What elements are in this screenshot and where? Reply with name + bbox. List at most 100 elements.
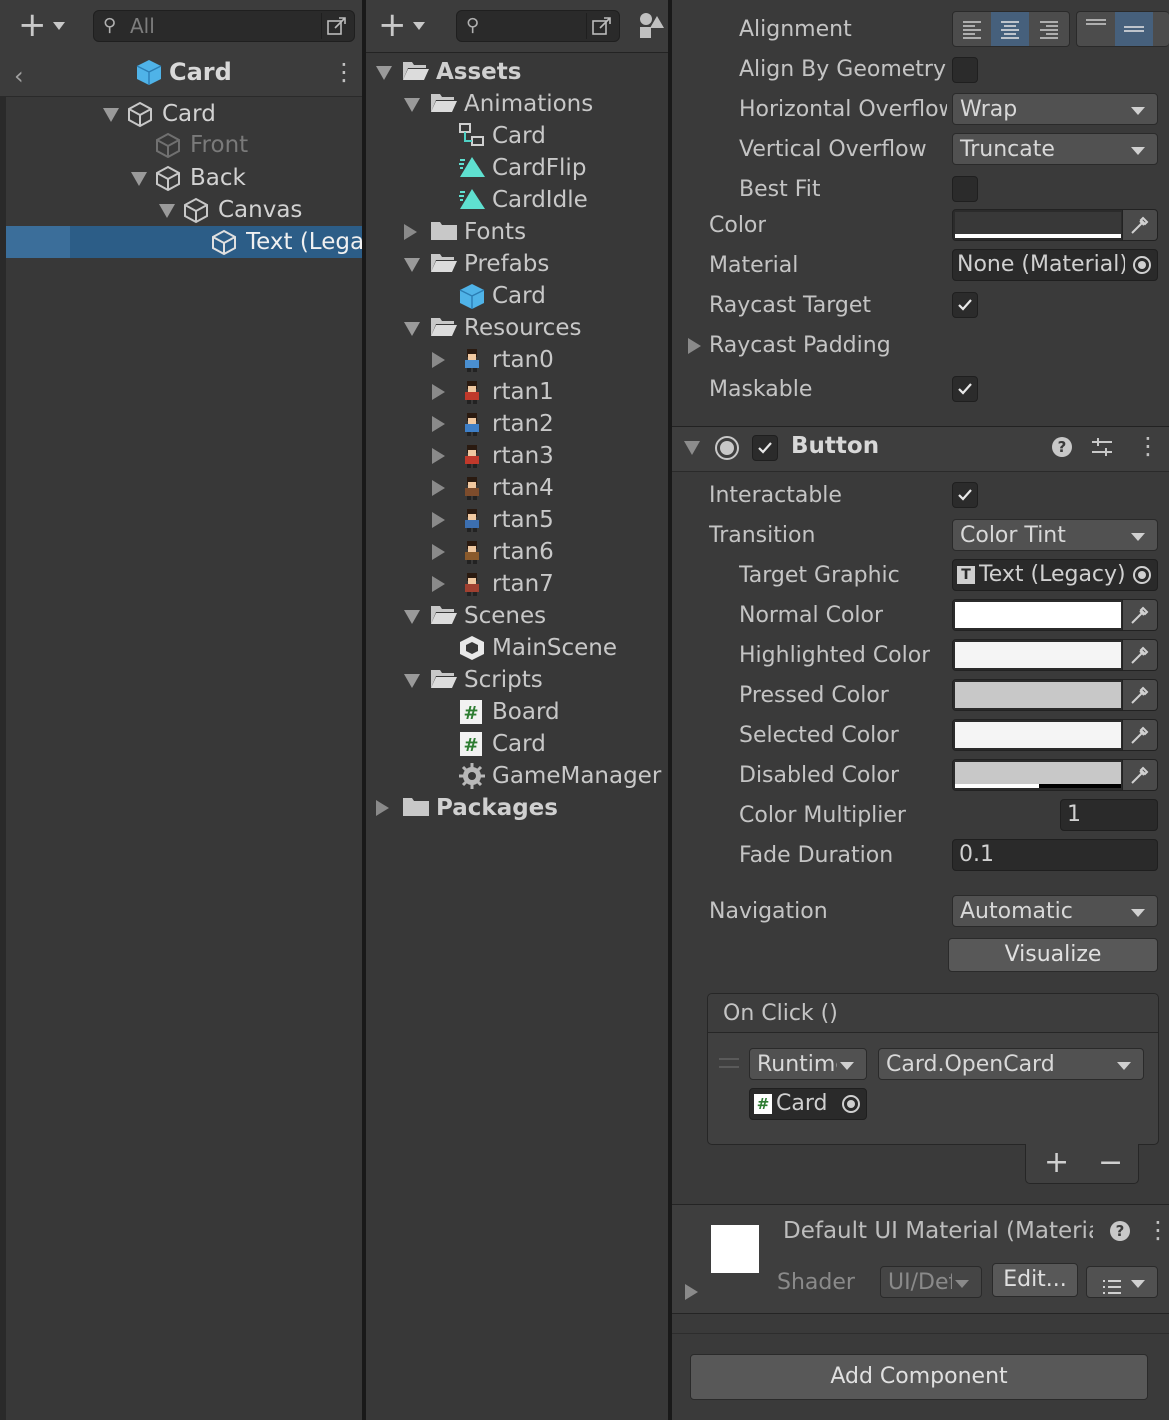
target-graphic-field[interactable]: T Text (Legacy) xyxy=(952,559,1158,591)
project-item[interactable]: rtan1 xyxy=(492,376,554,408)
project-item[interactable]: rtan4 xyxy=(492,472,554,504)
project-item[interactable]: CardFlip xyxy=(492,152,586,184)
more-options-icon[interactable]: ⋮ xyxy=(1136,434,1160,458)
project-search-input[interactable]: ⚲ xyxy=(456,10,620,42)
hierarchy-item-back[interactable]: Back xyxy=(190,162,246,194)
text-color-field[interactable] xyxy=(952,209,1158,241)
project-item[interactable]: Animations xyxy=(464,88,593,120)
button-enabled-toggle[interactable] xyxy=(752,435,778,461)
selected-color-field[interactable] xyxy=(952,719,1158,751)
project-item[interactable]: CardIdle xyxy=(492,184,588,216)
function-dropdown[interactable]: Card.OpenCard xyxy=(878,1048,1144,1080)
best-fit-toggle[interactable] xyxy=(952,176,978,202)
normal-color-field[interactable] xyxy=(952,599,1158,631)
remove-event-button[interactable]: − xyxy=(1098,1146,1123,1180)
presets-icon[interactable] xyxy=(1090,436,1114,462)
hierarchy-item-card[interactable]: Card xyxy=(162,98,216,130)
search-filter-icon[interactable] xyxy=(321,13,352,39)
align-middle-icon[interactable] xyxy=(1115,12,1153,46)
help-icon[interactable]: ? xyxy=(1110,1221,1130,1241)
vertical-overflow-dropdown[interactable]: Truncate xyxy=(952,133,1158,165)
project-item[interactable]: rtan3 xyxy=(492,440,554,472)
expand-arrow-icon[interactable] xyxy=(103,108,119,122)
more-options-icon[interactable]: ⋮ xyxy=(332,60,356,84)
eyedropper-icon[interactable] xyxy=(1122,720,1157,750)
expand-arrow-icon[interactable] xyxy=(404,610,420,624)
eyedropper-icon[interactable] xyxy=(1122,640,1157,670)
expand-arrow-icon[interactable] xyxy=(159,204,175,218)
navigation-dropdown[interactable]: Automatic xyxy=(952,895,1158,927)
hierarchy-item-front[interactable]: Front xyxy=(190,129,248,161)
add-event-button[interactable]: + xyxy=(1044,1146,1069,1180)
project-item[interactable]: Assets xyxy=(436,56,521,88)
expand-arrow-icon[interactable] xyxy=(404,258,420,272)
project-item[interactable]: Resources xyxy=(464,312,581,344)
expand-arrow-icon[interactable] xyxy=(688,338,701,354)
project-item[interactable]: rtan6 xyxy=(492,536,554,568)
raycast-padding-label[interactable]: Raycast Padding xyxy=(709,331,891,361)
project-item[interactable]: rtan2 xyxy=(492,408,554,440)
object-picker-icon[interactable] xyxy=(842,1095,860,1113)
project-item[interactable]: Fonts xyxy=(464,216,526,248)
help-icon[interactable]: ? xyxy=(1052,437,1072,457)
material-field[interactable]: None (Material) xyxy=(952,249,1158,281)
object-picker-icon[interactable] xyxy=(1133,256,1151,274)
add-component-button[interactable]: Add Component xyxy=(690,1354,1148,1400)
expand-arrow-icon[interactable] xyxy=(404,674,420,688)
expand-arrow-icon[interactable] xyxy=(432,384,445,400)
horizontal-alignment-group[interactable] xyxy=(952,11,1070,47)
transition-dropdown[interactable]: Color Tint xyxy=(952,519,1158,551)
edit-shader-button[interactable]: Edit... xyxy=(992,1263,1078,1297)
expand-arrow-icon[interactable] xyxy=(432,544,445,560)
eyedropper-icon[interactable] xyxy=(1122,210,1157,240)
collapse-arrow-icon[interactable] xyxy=(684,441,700,455)
target-object-field[interactable]: # Card xyxy=(749,1088,867,1120)
expand-arrow-icon[interactable] xyxy=(432,480,445,496)
color-multiplier-input[interactable]: 1 xyxy=(1060,799,1158,831)
drag-handle-icon[interactable] xyxy=(719,1058,739,1068)
expand-arrow-icon[interactable] xyxy=(131,172,147,186)
project-item[interactable]: Scripts xyxy=(464,664,543,696)
project-item[interactable]: Card xyxy=(492,728,546,760)
expand-arrow-icon[interactable] xyxy=(432,512,445,528)
project-item[interactable]: Board xyxy=(492,696,560,728)
project-item[interactable]: rtan0 xyxy=(492,344,554,376)
vertical-alignment-group[interactable] xyxy=(1076,11,1169,47)
project-item[interactable]: Scenes xyxy=(464,600,546,632)
visualize-button[interactable]: Visualize xyxy=(948,938,1158,972)
chevron-down-icon[interactable] xyxy=(53,22,65,30)
expand-arrow-icon[interactable] xyxy=(404,224,417,240)
back-chevron-icon[interactable]: ‹ xyxy=(14,62,24,90)
shader-dropdown[interactable]: UI/Default xyxy=(880,1266,982,1298)
disabled-color-field[interactable] xyxy=(952,759,1158,791)
eyedropper-icon[interactable] xyxy=(1122,600,1157,630)
create-asset-button[interactable]: + xyxy=(378,8,407,42)
project-item[interactable]: MainScene xyxy=(492,632,617,664)
align-center-icon[interactable] xyxy=(991,12,1029,46)
eyedropper-icon[interactable] xyxy=(1122,680,1157,710)
project-item[interactable]: Card xyxy=(492,120,546,152)
raycast-target-toggle[interactable] xyxy=(952,292,978,318)
create-button[interactable]: + xyxy=(18,8,47,42)
maskable-toggle[interactable] xyxy=(952,376,978,402)
align-left-icon[interactable] xyxy=(953,12,991,46)
filter-by-type-icon[interactable] xyxy=(638,12,664,44)
project-item[interactable]: Packages xyxy=(436,792,558,824)
project-item[interactable]: GameManager xyxy=(492,760,661,792)
fade-duration-input[interactable]: 0.1 xyxy=(952,839,1158,871)
object-picker-icon[interactable] xyxy=(1133,566,1151,584)
highlighted-color-field[interactable] xyxy=(952,639,1158,671)
horizontal-overflow-dropdown[interactable]: Wrap xyxy=(952,93,1158,125)
expand-arrow-icon[interactable] xyxy=(404,322,420,336)
pressed-color-field[interactable] xyxy=(952,679,1158,711)
align-by-geometry-toggle[interactable] xyxy=(952,57,978,83)
shader-options-dropdown[interactable] xyxy=(1086,1266,1158,1298)
hierarchy-search-input[interactable]: ⚲ All xyxy=(93,10,355,42)
expand-arrow-icon[interactable] xyxy=(685,1284,698,1300)
search-filter-icon[interactable] xyxy=(586,13,617,39)
expand-arrow-icon[interactable] xyxy=(376,800,389,816)
expand-arrow-icon[interactable] xyxy=(432,416,445,432)
project-item[interactable]: Prefabs xyxy=(464,248,549,280)
chevron-down-icon[interactable] xyxy=(413,22,425,30)
more-options-icon[interactable]: ⋮ xyxy=(1146,1218,1169,1242)
